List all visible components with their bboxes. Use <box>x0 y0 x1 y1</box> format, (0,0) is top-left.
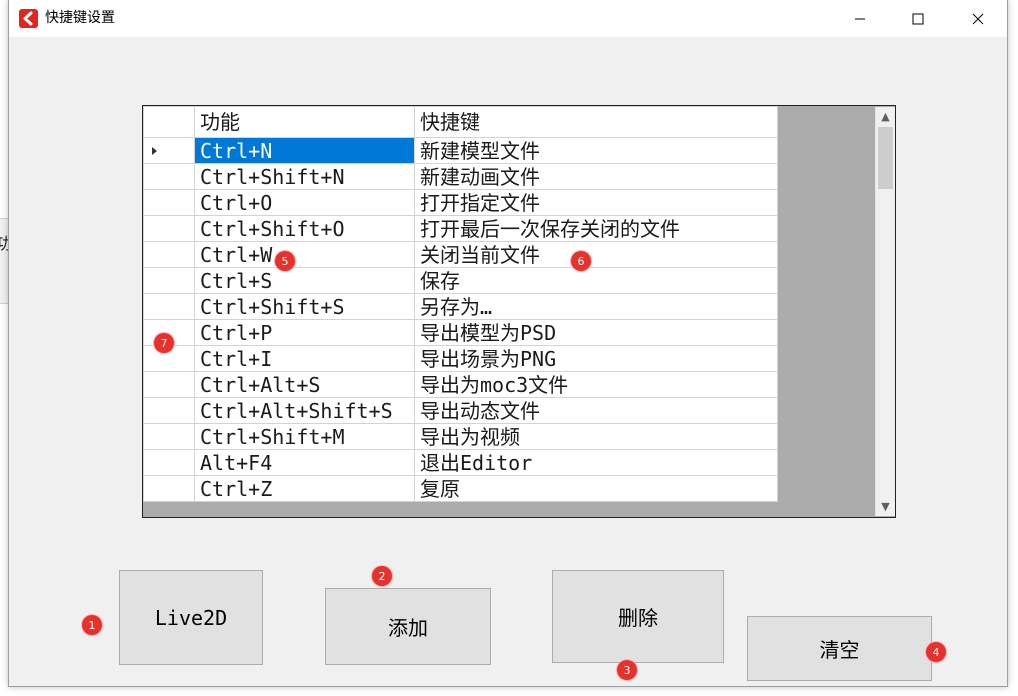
add-button[interactable]: 添加 <box>325 588 491 665</box>
shortcut-grid[interactable]: 功能 快捷键 Ctrl+N 新建模型文件 Ctrl+Shift+N 新建动画文件 Ctr… <box>142 105 896 518</box>
row-header[interactable] <box>143 215 195 242</box>
table-row[interactable]: Ctrl+Shift+N 新建动画文件 <box>143 163 778 190</box>
cell-function[interactable]: Ctrl+I <box>194 345 415 372</box>
minimize-icon <box>855 18 865 19</box>
cell-shortcut[interactable]: 保存 <box>414 267 778 294</box>
close-icon <box>972 13 984 24</box>
cell-function[interactable]: Ctrl+Alt+Shift+S <box>194 397 415 424</box>
cell-shortcut[interactable]: 打开最后一次保存关闭的文件 <box>414 215 778 242</box>
live2d-button[interactable]: Live2D <box>119 570 263 665</box>
app-logo-icon <box>19 9 38 28</box>
row-header[interactable] <box>143 241 195 268</box>
table-row[interactable]: Ctrl+Z 复原 <box>143 475 778 502</box>
row-header[interactable] <box>143 293 195 320</box>
column-header-shortcut[interactable]: 快捷键 <box>414 106 778 138</box>
clear-button[interactable]: 清空 <box>747 616 932 681</box>
table-row[interactable]: Ctrl+W 关闭当前文件 <box>143 241 778 268</box>
title-bar: 快捷键设置 <box>9 0 1007 37</box>
marker-4: 4 <box>926 642 946 662</box>
row-header-corner <box>143 106 195 138</box>
cell-function[interactable]: Ctrl+W <box>194 241 415 268</box>
row-header[interactable] <box>143 189 195 216</box>
cell-function[interactable]: Ctrl+O <box>194 189 415 216</box>
row-header[interactable] <box>143 423 195 450</box>
table-row[interactable]: Alt+F4 退出Editor <box>143 449 778 476</box>
cell-shortcut[interactable]: 另存为… <box>414 293 778 320</box>
cell-function[interactable]: Ctrl+N <box>194 137 415 164</box>
row-header[interactable] <box>143 371 195 398</box>
cell-function[interactable]: Ctrl+Shift+O <box>194 215 415 242</box>
cell-function[interactable]: Ctrl+S <box>194 267 415 294</box>
cell-shortcut[interactable]: 导出场景为PNG <box>414 345 778 372</box>
cell-function[interactable]: Ctrl+Shift+S <box>194 293 415 320</box>
screen: 功 快捷键设置 功能 快捷键 Ctrl+N 新建模型文件 Ctrl+Shift+… <box>0 0 1018 696</box>
cell-shortcut[interactable]: 新建模型文件 <box>414 137 778 164</box>
table-row[interactable]: Ctrl+I 导出场景为PNG <box>143 345 778 372</box>
cell-shortcut[interactable]: 导出模型为PSD <box>414 319 778 346</box>
marker-6: 6 <box>571 251 591 271</box>
cell-function[interactable]: Ctrl+Alt+S <box>194 371 415 398</box>
table-row[interactable]: Ctrl+S 保存 <box>143 267 778 294</box>
scroll-thumb[interactable] <box>878 127 893 189</box>
close-button[interactable] <box>949 0 1007 37</box>
cell-shortcut[interactable]: 导出动态文件 <box>414 397 778 424</box>
table-body: Ctrl+N 新建模型文件 Ctrl+Shift+N 新建动画文件 Ctrl+O 打开指定… <box>143 137 778 502</box>
table-row[interactable]: Ctrl+N 新建模型文件 <box>143 137 778 164</box>
marker-1: 1 <box>82 615 102 635</box>
header-row: 功能 快捷键 <box>143 106 778 138</box>
row-header[interactable] <box>143 475 195 502</box>
minimize-button[interactable] <box>831 0 889 37</box>
table-row[interactable]: Ctrl+Alt+S 导出为moc3文件 <box>143 371 778 398</box>
delete-button[interactable]: 删除 <box>552 570 724 663</box>
table-row[interactable]: Ctrl+Shift+S 另存为… <box>143 293 778 320</box>
marker-7: 7 <box>154 333 174 353</box>
marker-2: 2 <box>372 566 392 586</box>
marker-5: 5 <box>275 251 295 271</box>
cell-shortcut[interactable]: 复原 <box>414 475 778 502</box>
cell-function[interactable]: Ctrl+Shift+N <box>194 163 415 190</box>
cell-function[interactable]: Ctrl+Z <box>194 475 415 502</box>
scroll-up-icon[interactable]: ▲ <box>876 107 895 126</box>
cell-function[interactable]: Alt+F4 <box>194 449 415 476</box>
row-header[interactable] <box>143 449 195 476</box>
cell-shortcut[interactable]: 打开指定文件 <box>414 189 778 216</box>
row-header[interactable] <box>143 267 195 294</box>
row-header[interactable] <box>143 137 195 164</box>
window-title: 快捷键设置 <box>45 10 115 26</box>
table-row[interactable]: Ctrl+O 打开指定文件 <box>143 189 778 216</box>
cell-function[interactable]: Ctrl+Shift+M <box>194 423 415 450</box>
cell-shortcut[interactable]: 导出为视频 <box>414 423 778 450</box>
cell-shortcut[interactable]: 新建动画文件 <box>414 163 778 190</box>
cell-shortcut[interactable]: 关闭当前文件 <box>414 241 778 268</box>
row-header[interactable] <box>143 163 195 190</box>
cell-shortcut[interactable]: 退出Editor <box>414 449 778 476</box>
table-row[interactable]: Ctrl+Shift+M 导出为视频 <box>143 423 778 450</box>
table-row[interactable]: Ctrl+P 导出模型为PSD <box>143 319 778 346</box>
cell-shortcut[interactable]: 导出为moc3文件 <box>414 371 778 398</box>
current-row-arrow-icon <box>152 147 157 155</box>
shortcut-table: 功能 快捷键 Ctrl+N 新建模型文件 Ctrl+Shift+N 新建动画文件 Ctr… <box>143 106 778 502</box>
vertical-scrollbar[interactable]: ▲ ▼ <box>875 107 895 516</box>
maximize-button[interactable] <box>889 0 947 37</box>
table-row[interactable]: Ctrl+Alt+Shift+S 导出动态文件 <box>143 397 778 424</box>
row-header[interactable] <box>143 397 195 424</box>
cell-function[interactable]: Ctrl+P <box>194 319 415 346</box>
scroll-down-icon[interactable]: ▼ <box>876 497 895 516</box>
table-row[interactable]: Ctrl+Shift+O 打开最后一次保存关闭的文件 <box>143 215 778 242</box>
marker-3: 3 <box>617 660 637 680</box>
maximize-icon <box>912 13 924 24</box>
column-header-function[interactable]: 功能 <box>194 106 415 138</box>
